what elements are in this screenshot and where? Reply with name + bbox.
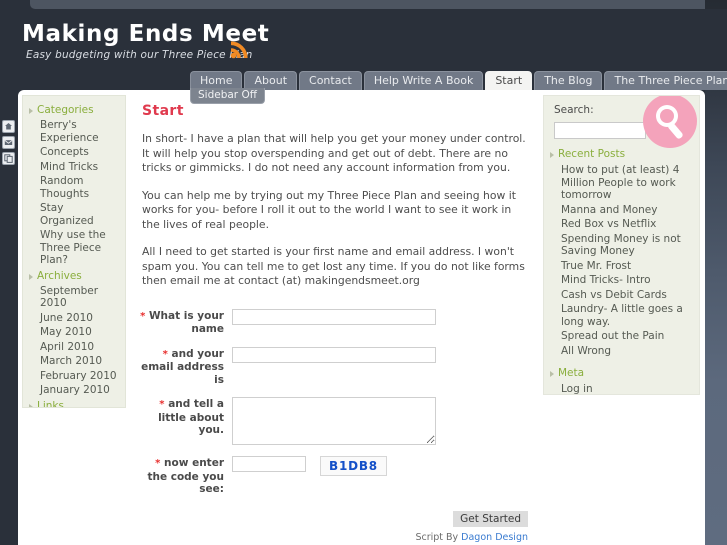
recent-post-item[interactable]: How to put (at least) 4 Million People t… xyxy=(544,163,699,203)
form-label-text: and your email address is xyxy=(141,347,224,386)
intro-paragraph-3: All I need to get started is your first … xyxy=(142,245,525,287)
page-root: Making Ends Meet Easy budgeting with our… xyxy=(0,0,727,545)
chevron-right-icon xyxy=(550,371,554,377)
sidebar-item-june-2010[interactable]: June 2010 xyxy=(23,311,125,326)
about-textarea[interactable] xyxy=(232,397,436,445)
sidebar-heading-links[interactable]: Links xyxy=(23,398,125,408)
sidebar-item-may-2010[interactable]: May 2010 xyxy=(23,325,125,340)
chevron-right-icon xyxy=(29,273,33,280)
site-tagline: Easy budgeting with our Three Piece Plan xyxy=(26,49,253,61)
site-header: Making Ends Meet Easy budgeting with our… xyxy=(0,9,727,71)
form-row-email: * and your email address is xyxy=(136,346,534,387)
main-content: Start In short- I have a plan that will … xyxy=(136,95,534,545)
captcha-input[interactable] xyxy=(232,456,306,472)
sidebar-heading-label: Archives xyxy=(37,269,82,282)
required-marker: * xyxy=(162,348,168,360)
form-row-captcha: * now enter the code you see: B1DB8 xyxy=(136,456,534,496)
get-started-button[interactable]: Get Started xyxy=(453,510,528,527)
sidebar-heading-label: Meta xyxy=(558,367,585,379)
copy-icon[interactable] xyxy=(2,152,15,165)
sidebar-heading-recent-posts[interactable]: Recent Posts xyxy=(544,139,699,163)
form-label-name: * What is your name xyxy=(136,309,232,336)
sidebar-item-september-2010[interactable]: September 2010 xyxy=(23,284,125,311)
nav-tab-help-write-a-book[interactable]: Help Write A Book xyxy=(363,71,484,90)
sidebar-item-march-2010[interactable]: March 2010 xyxy=(23,354,125,369)
intro-paragraph-2: You can help me by trying out my Three P… xyxy=(142,188,516,231)
chevron-right-icon xyxy=(29,403,33,407)
required-marker: * xyxy=(140,310,146,322)
right-sidebar: Search: Recent Posts How to put (at leas… xyxy=(543,95,700,395)
script-credit-prefix: Script By xyxy=(415,531,462,543)
sidebar-item-log-in[interactable]: Log in xyxy=(544,382,699,394)
sidebar-heading-categories[interactable]: Categories xyxy=(23,102,125,118)
dagon-design-link[interactable]: Dagon Design xyxy=(461,532,528,543)
form-label-text: and tell a little about you. xyxy=(158,398,224,436)
sidebar-off-button[interactable]: Sidebar Off xyxy=(190,88,265,104)
recent-post-item[interactable]: Laundry- A little goes a long way. xyxy=(544,302,699,329)
recent-post-item[interactable]: Manna and Money xyxy=(544,203,699,218)
nav-tab-the-three-piece-plan[interactable]: The Three Piece Plan xyxy=(604,71,727,90)
form-label-about: * and tell a little about you. xyxy=(136,397,232,437)
sidebar-heading-label: Categories xyxy=(37,104,94,116)
required-marker: * xyxy=(155,458,161,469)
main-navigation: Home About Contact Help Write A Book Sta… xyxy=(190,71,727,90)
sidebar-heading-label: Links xyxy=(37,399,64,408)
nav-tab-the-blog[interactable]: The Blog xyxy=(534,71,603,90)
recent-post-item[interactable]: Cash vs Debit Cards xyxy=(544,288,699,303)
left-sidebar: Categories Berry's Experience Concepts M… xyxy=(22,95,126,408)
sidebar-heading-meta[interactable]: Meta xyxy=(544,358,699,382)
sidebar-item-stay-organized[interactable]: Stay Organized xyxy=(23,201,125,228)
form-label-captcha: * now enter the code you see: xyxy=(136,456,232,496)
recent-post-item[interactable]: True Mr. Frost xyxy=(544,259,699,274)
name-input[interactable] xyxy=(232,308,436,325)
mail-icon[interactable] xyxy=(2,136,15,149)
sidebar-item-concepts[interactable]: Concepts xyxy=(23,145,125,160)
sidebar-heading-archives[interactable]: Archives xyxy=(23,268,125,284)
signup-form: * What is your name * and your email add… xyxy=(136,308,534,543)
rss-icon[interactable] xyxy=(228,37,252,61)
home-icon[interactable] xyxy=(2,120,15,133)
required-marker: * xyxy=(159,399,165,410)
sidebar-item-why-use-the-three-piece-plan[interactable]: Why use the Three Piece Plan? xyxy=(23,228,125,268)
search-input[interactable] xyxy=(554,122,646,139)
captcha-code-image: B1DB8 xyxy=(320,456,387,476)
sidebar-item-mind-tricks[interactable]: Mind Tricks xyxy=(23,160,125,175)
script-credit: Script By Dagon Design xyxy=(136,532,534,543)
recent-post-item[interactable]: Spread out the Pain xyxy=(544,329,699,344)
recent-post-item[interactable]: Spending Money is not Saving Money xyxy=(544,232,699,259)
email-input[interactable] xyxy=(232,346,436,363)
nav-tab-contact[interactable]: Contact xyxy=(299,71,362,90)
form-label-email: * and your email address is xyxy=(136,347,232,387)
chevron-right-icon xyxy=(550,152,554,158)
sidebar-item-january-2010[interactable]: January 2010 xyxy=(23,383,125,398)
recent-post-item[interactable]: All Wrong xyxy=(544,344,699,359)
sidebar-item-berrys-experience[interactable]: Berry's Experience xyxy=(23,118,125,145)
sidebar-item-random-thoughts[interactable]: Random Thoughts xyxy=(23,174,125,201)
recent-post-item[interactable]: Mind Tricks- Intro xyxy=(544,273,699,288)
window-top-strip xyxy=(30,0,727,9)
page-title: Start xyxy=(142,103,184,119)
nav-tab-start[interactable]: Start xyxy=(485,71,533,90)
chevron-right-icon xyxy=(29,108,33,114)
sidebar-item-february-2010[interactable]: February 2010 xyxy=(23,369,125,384)
sidebar-item-april-2010[interactable]: April 2010 xyxy=(23,340,125,355)
form-submit-row: Get Started xyxy=(136,507,534,527)
form-row-name: * What is your name xyxy=(136,308,534,336)
sidebar-heading-label: Recent Posts xyxy=(558,148,626,160)
intro-paragraph-1: In short- I have a plan that will help y… xyxy=(142,132,526,174)
form-label-text: What is your name xyxy=(148,309,224,336)
form-row-about: * and tell a little about you. xyxy=(136,397,534,445)
recent-post-item[interactable]: Red Box vs Netflix xyxy=(544,217,699,232)
edge-toolbar xyxy=(2,120,17,168)
